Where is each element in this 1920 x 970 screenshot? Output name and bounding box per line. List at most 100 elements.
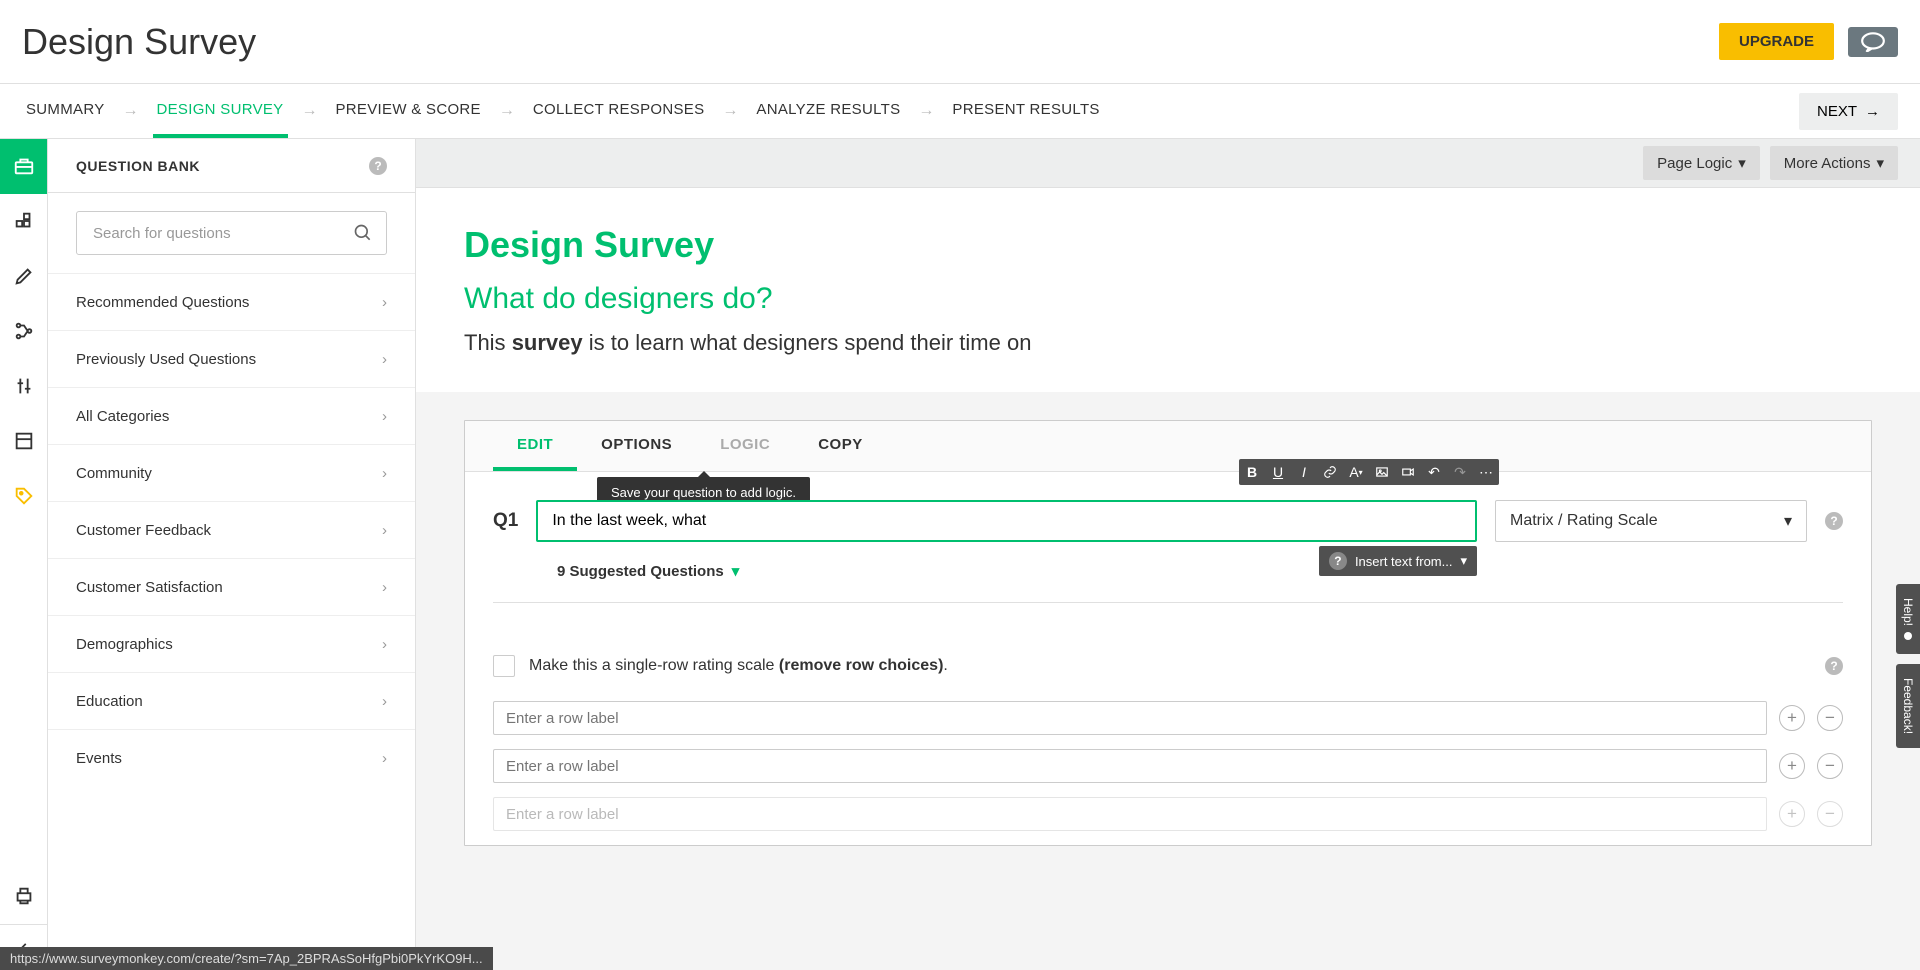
remove-row-button[interactable]: − bbox=[1817, 801, 1843, 827]
main-canvas: Page Logic▾ More Actions▾ Design Survey … bbox=[416, 139, 1920, 970]
category-demographics[interactable]: Demographics› bbox=[48, 615, 415, 672]
row-label-input[interactable] bbox=[493, 701, 1767, 735]
branch-icon bbox=[13, 320, 35, 342]
question-text-input[interactable] bbox=[536, 500, 1477, 542]
pencil-icon bbox=[13, 265, 35, 287]
category-label: Customer Satisfaction bbox=[76, 579, 223, 596]
survey-header-card: Design Survey What do designers do? This… bbox=[416, 188, 1920, 392]
rail-builder[interactable] bbox=[0, 194, 47, 249]
category-education[interactable]: Education› bbox=[48, 672, 415, 729]
next-button[interactable]: NEXT→ bbox=[1799, 93, 1898, 130]
add-row-button[interactable]: + bbox=[1779, 753, 1805, 779]
page-logic-button[interactable]: Page Logic▾ bbox=[1643, 146, 1760, 180]
remove-row-button[interactable]: − bbox=[1817, 705, 1843, 731]
survey-subtitle[interactable]: What do designers do? bbox=[464, 282, 1872, 316]
arrow-right-icon: → bbox=[1865, 103, 1880, 120]
tab-options[interactable]: OPTIONS bbox=[577, 422, 696, 471]
rail-logic[interactable] bbox=[0, 304, 47, 359]
chevron-right-icon: › bbox=[382, 522, 387, 539]
bold-button[interactable]: B bbox=[1239, 459, 1265, 485]
caret-down-icon: ▾ bbox=[1738, 154, 1746, 172]
italic-button[interactable]: I bbox=[1291, 459, 1317, 485]
help-icon[interactable]: ? bbox=[1825, 657, 1843, 675]
help-icon[interactable]: ? bbox=[369, 157, 387, 175]
image-button[interactable] bbox=[1369, 459, 1395, 485]
arrow-icon: → bbox=[123, 102, 139, 120]
help-side-tab[interactable]: Help! bbox=[1896, 584, 1920, 654]
arrow-icon: → bbox=[499, 102, 515, 120]
category-label: Customer Feedback bbox=[76, 522, 211, 539]
rail-format[interactable] bbox=[0, 414, 47, 469]
single-row-label: Make this a single-row rating scale (rem… bbox=[529, 657, 948, 675]
video-icon bbox=[1401, 465, 1415, 479]
category-recommended[interactable]: Recommended Questions› bbox=[48, 273, 415, 330]
survey-title[interactable]: Design Survey bbox=[464, 224, 1872, 266]
tab-present-results[interactable]: PRESENT RESULTS bbox=[948, 84, 1103, 138]
single-row-checkbox[interactable] bbox=[493, 655, 515, 677]
add-row-button[interactable]: + bbox=[1779, 801, 1805, 827]
rail-print[interactable] bbox=[0, 869, 47, 924]
remove-row-button[interactable]: − bbox=[1817, 753, 1843, 779]
arrow-icon: → bbox=[722, 102, 738, 120]
feedback-side-tab[interactable]: Feedback! bbox=[1896, 664, 1920, 748]
category-customer-feedback[interactable]: Customer Feedback › bbox=[48, 501, 415, 558]
undo-button[interactable]: ↶ bbox=[1421, 459, 1447, 485]
category-community[interactable]: Community › bbox=[48, 444, 415, 501]
search-icon bbox=[353, 223, 373, 243]
image-icon bbox=[1375, 465, 1389, 479]
link-icon bbox=[1323, 465, 1337, 479]
category-label: Events bbox=[76, 750, 122, 767]
insert-text-from-button[interactable]: ? Insert text from... ▾ bbox=[1319, 546, 1477, 576]
category-all[interactable]: All Categories› bbox=[48, 387, 415, 444]
redo-button[interactable]: ↷ bbox=[1447, 459, 1473, 485]
tab-logic[interactable]: LOGIC bbox=[696, 422, 794, 471]
question-type-select[interactable]: Matrix / Rating Scale ▾ bbox=[1495, 500, 1807, 542]
tab-copy[interactable]: COPY bbox=[794, 422, 887, 471]
category-previously-used[interactable]: Previously Used Questions› bbox=[48, 330, 415, 387]
category-events[interactable]: Events › bbox=[48, 729, 415, 786]
chevron-right-icon: › bbox=[382, 636, 387, 653]
rail-appearance[interactable] bbox=[0, 249, 47, 304]
rail-options[interactable] bbox=[0, 359, 47, 414]
caret-down-icon: ▾ bbox=[1460, 553, 1467, 569]
link-button[interactable] bbox=[1317, 459, 1343, 485]
suggested-questions-button[interactable]: 9 Suggested Questions ▾ bbox=[557, 562, 1843, 580]
upgrade-button[interactable]: UPGRADE bbox=[1719, 23, 1834, 60]
print-icon bbox=[13, 885, 35, 907]
row-label-input[interactable] bbox=[493, 797, 1767, 831]
row-label-input[interactable] bbox=[493, 749, 1767, 783]
tab-analyze-results[interactable]: ANALYZE RESULTS bbox=[752, 84, 904, 138]
chevron-right-icon: › bbox=[382, 465, 387, 482]
tab-edit[interactable]: EDIT bbox=[493, 422, 577, 471]
category-customer-satisfaction[interactable]: Customer Satisfaction› bbox=[48, 558, 415, 615]
help-icon[interactable]: ? bbox=[1825, 512, 1843, 530]
rail-question-bank[interactable] bbox=[0, 139, 47, 194]
chevron-right-icon: › bbox=[382, 750, 387, 767]
chat-button[interactable] bbox=[1848, 27, 1898, 57]
video-button[interactable] bbox=[1395, 459, 1421, 485]
workflow-nav: SUMMARY → DESIGN SURVEY → PREVIEW & SCOR… bbox=[0, 84, 1920, 139]
caret-down-icon: ▾ bbox=[732, 562, 740, 580]
add-row-button[interactable]: + bbox=[1779, 705, 1805, 731]
category-label: Community bbox=[76, 465, 152, 482]
help-icon: ? bbox=[1329, 552, 1347, 570]
rail-tags[interactable] bbox=[0, 469, 47, 524]
page-title: Design Survey bbox=[22, 21, 256, 63]
category-list: Recommended Questions› Previously Used Q… bbox=[48, 273, 415, 786]
row-2: + − bbox=[465, 749, 1871, 797]
question-bank-sidebar: QUESTION BANK ? Recommended Questions› P… bbox=[48, 139, 416, 970]
tab-collect-responses[interactable]: COLLECT RESPONSES bbox=[529, 84, 709, 138]
more-button[interactable]: ⋯ bbox=[1473, 459, 1499, 485]
tab-preview-score[interactable]: PREVIEW & SCORE bbox=[332, 84, 485, 138]
page-toolbar: Page Logic▾ More Actions▾ bbox=[416, 139, 1920, 188]
tab-design-survey[interactable]: DESIGN SURVEY bbox=[153, 84, 288, 138]
search-input[interactable] bbox=[76, 211, 387, 255]
font-button[interactable]: A▾ bbox=[1343, 459, 1369, 485]
underline-button[interactable]: U bbox=[1265, 459, 1291, 485]
survey-description[interactable]: This survey is to learn what designers s… bbox=[464, 330, 1872, 356]
chevron-right-icon: › bbox=[382, 351, 387, 368]
caret-down-icon: ▾ bbox=[1876, 154, 1884, 172]
category-label: Recommended Questions bbox=[76, 294, 249, 311]
more-actions-button[interactable]: More Actions▾ bbox=[1770, 146, 1898, 180]
tab-summary[interactable]: SUMMARY bbox=[22, 84, 109, 138]
